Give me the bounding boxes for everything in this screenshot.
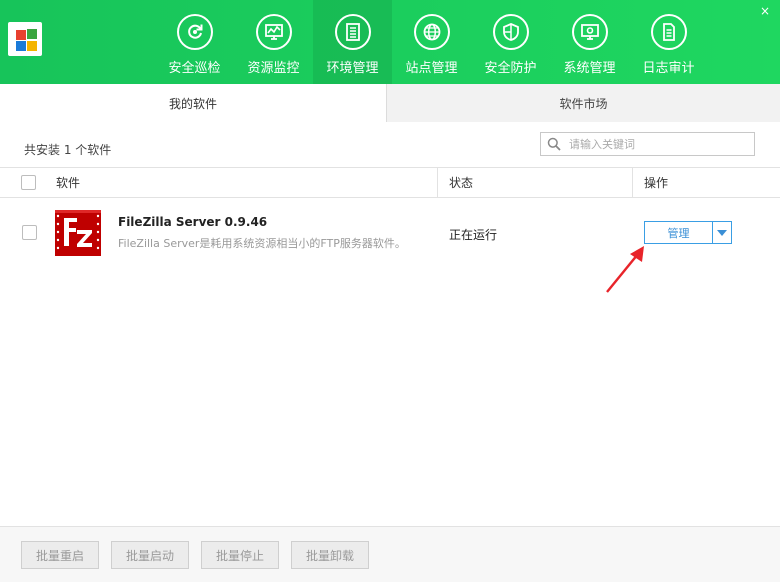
software-name: FileZilla Server 0.9.46 [118,215,268,229]
batch-uninstall-button[interactable]: 批量卸载 [291,541,369,569]
monitor-chart-icon [255,14,292,50]
column-divider [437,168,438,197]
nav-label: 系统管理 [563,61,616,76]
software-status: 正在运行 [449,228,498,242]
app-title-blurred [52,24,147,54]
filezilla-logo-icon [55,210,101,256]
globe-icon [413,14,450,50]
manage-button[interactable]: 管理 [644,221,713,244]
table-header: 软件 状态 操作 [0,167,780,198]
nav-label: 日志审计 [642,61,695,76]
top-header: 安全巡检 资源监控 环境管理 站点管理 安全防护 系统管理 日志审计 × [0,0,780,84]
manage-button-group: 管理 [644,221,732,244]
column-divider [632,168,633,197]
tab-my-software[interactable]: 我的软件 [0,84,387,122]
software-tabs: 我的软件 软件市场 [0,84,780,122]
nav-label: 安全巡检 [168,61,221,76]
nav-item-log-audit[interactable]: 日志审计 [629,0,708,84]
nav-label: 站点管理 [405,61,458,76]
search-icon [547,137,561,151]
nav-label: 环境管理 [326,61,379,76]
row-checkbox[interactable] [22,225,37,240]
column-header-software: 软件 [56,176,81,190]
nav-item-environment[interactable]: 环境管理 [313,0,392,84]
footer-bar: 批量重启 批量启动 批量停止 批量卸载 [0,526,780,582]
server-stack-icon [334,14,371,50]
column-header-action: 操作 [644,176,669,190]
nav-item-site-management[interactable]: 站点管理 [392,0,471,84]
nav-item-security-protection[interactable]: 安全防护 [471,0,550,84]
select-all-cell [21,168,36,197]
column-header-status: 状态 [449,176,474,190]
shield-icon [492,14,529,50]
nav-item-system-management[interactable]: 系统管理 [550,0,629,84]
software-description: FileZilla Server是耗用系统资源相当小的FTP服务器软件。 [118,237,406,250]
batch-stop-button[interactable]: 批量停止 [201,541,279,569]
refresh-shield-icon [176,14,213,50]
main-nav: 安全巡检 资源监控 环境管理 站点管理 安全防护 系统管理 日志审计 [155,0,708,84]
manage-dropdown-button[interactable] [713,221,732,244]
nav-item-security-inspection[interactable]: 安全巡检 [155,0,234,84]
tab-software-market[interactable]: 软件市场 [387,84,780,122]
document-icon [650,14,687,50]
batch-restart-button[interactable]: 批量重启 [21,541,99,569]
select-all-checkbox[interactable] [21,175,36,190]
app-logo-icon [8,22,42,56]
nav-item-resource-monitor[interactable]: 资源监控 [234,0,313,84]
red-annotation-arrow-icon [606,246,644,293]
search-input[interactable] [569,137,749,151]
window-close-icon[interactable]: × [758,4,772,18]
chevron-down-icon [717,229,727,236]
installed-count: 共安装 1 个软件 [24,143,112,157]
search-box[interactable] [540,132,755,156]
nav-label: 安全防护 [484,61,537,76]
settings-monitor-icon [571,14,608,50]
batch-start-button[interactable]: 批量启动 [111,541,189,569]
nav-label: 资源监控 [247,61,300,76]
